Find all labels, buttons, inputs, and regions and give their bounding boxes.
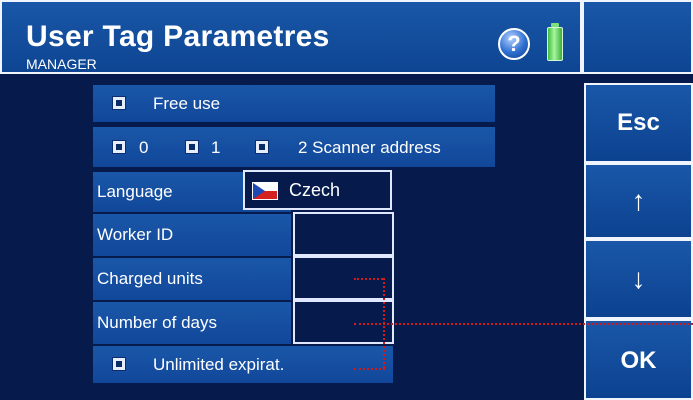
esc-button[interactable]: Esc xyxy=(584,83,693,163)
down-button[interactable]: ↓ xyxy=(584,239,693,319)
screen: User Tag Parametres MANAGER ? Esc ↑ ↓ OK… xyxy=(0,0,693,400)
up-button[interactable]: ↑ xyxy=(584,163,693,239)
scanner-checkbox-1[interactable] xyxy=(185,140,199,154)
annotation-line xyxy=(354,278,383,280)
worker-id-input[interactable] xyxy=(293,212,394,256)
battery-icon xyxy=(547,23,563,61)
scanner-option-1: 1 xyxy=(211,138,221,157)
scanner-address-row: 0 1 2 Scanner address xyxy=(93,127,495,167)
page-subtitle: MANAGER xyxy=(26,56,97,72)
free-use-label: Free use xyxy=(153,94,221,113)
help-icon[interactable]: ? xyxy=(498,28,530,60)
free-use-row: Free use xyxy=(93,85,495,122)
scanner-checkbox-2[interactable] xyxy=(255,140,269,154)
unlimited-expiration-checkbox[interactable] xyxy=(112,357,126,371)
worker-id-label: Worker ID xyxy=(93,214,291,256)
unlimited-expiration-label: Unlimited expirat. xyxy=(153,355,285,374)
number-of-days-label: Number of days xyxy=(93,302,291,344)
scanner-option-2: 2 Scanner address xyxy=(298,138,441,157)
number-of-days-input[interactable] xyxy=(293,300,394,344)
language-value: Czech xyxy=(289,180,341,200)
czech-flag-icon xyxy=(252,182,278,200)
scanner-checkbox-0[interactable] xyxy=(112,140,126,154)
annotation-line xyxy=(354,368,385,370)
charged-units-label: Charged units xyxy=(93,258,291,300)
page-title: User Tag Parametres xyxy=(26,20,330,53)
annotation-line xyxy=(354,323,693,325)
header-bar: User Tag Parametres MANAGER ? xyxy=(0,0,582,74)
header-right-panel xyxy=(582,0,693,74)
scanner-option-0: 0 xyxy=(139,138,149,157)
battery-body xyxy=(547,27,563,61)
unlimited-expiration-row: Unlimited expirat. xyxy=(93,346,393,383)
language-select[interactable]: Czech xyxy=(243,170,392,210)
ok-button[interactable]: OK xyxy=(584,319,693,400)
free-use-checkbox[interactable] xyxy=(112,96,126,110)
